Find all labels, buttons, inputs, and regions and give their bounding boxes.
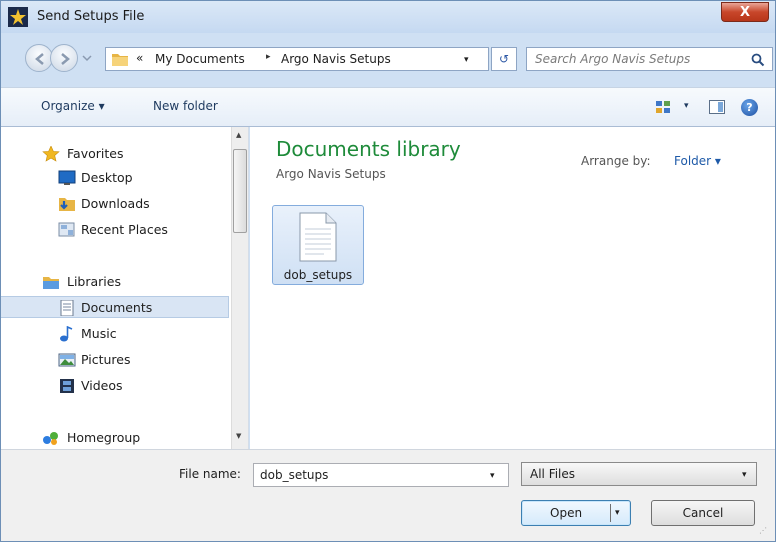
chevron-down-icon: ▾ xyxy=(742,470,747,480)
navigation-pane: Favorites Desktop Downloads Recent Place… xyxy=(1,127,249,449)
breadcrumb-argo-navis-setups[interactable]: Argo Navis Setups xyxy=(281,52,391,66)
window-title: Send Setups File xyxy=(37,9,145,24)
address-row: « My Documents ▸ Argo Navis Setups ▾ ↺ S… xyxy=(1,43,775,75)
dialog-window: Send Setups File X « My Documents ▸ Argo… xyxy=(0,0,776,542)
nav-item-label: Recent Places xyxy=(81,222,168,237)
preview-pane-icon[interactable] xyxy=(709,100,725,114)
arrange-by-dropdown[interactable]: Folder ▾ xyxy=(674,154,721,168)
recent-locations-icon[interactable] xyxy=(81,51,93,65)
views-icon[interactable] xyxy=(655,100,671,114)
command-bar: Organize ▾ New folder ▾ ? xyxy=(1,87,775,127)
arrow-right-icon xyxy=(61,53,70,65)
folder-icon xyxy=(112,54,128,66)
arrange-by-label: Arrange by: xyxy=(581,154,651,168)
dialog-footer: File name: dob_setups ▾ All Files ▾ Open… xyxy=(1,449,775,541)
open-button[interactable]: Open ▾ xyxy=(521,500,631,526)
nav-item-label: Homegroup xyxy=(67,430,141,445)
refresh-icon: ↺ xyxy=(498,52,510,66)
forward-button[interactable] xyxy=(50,44,78,72)
search-input[interactable]: Search Argo Navis Setups xyxy=(526,47,773,71)
file-name-label: File name: xyxy=(179,467,241,481)
app-icon xyxy=(8,7,28,27)
nav-item-label: Libraries xyxy=(67,274,121,289)
chevron-down-icon[interactable]: ▾ xyxy=(490,471,495,481)
nav-item-downloads[interactable]: Downloads xyxy=(1,193,229,215)
breadcrumb-separator-icon[interactable]: ▸ xyxy=(266,52,271,62)
music-note-icon xyxy=(60,326,73,342)
views-dropdown-icon[interactable]: ▾ xyxy=(684,101,689,111)
nav-item-documents[interactable]: Documents xyxy=(1,296,229,318)
libraries-icon xyxy=(43,277,59,289)
title-bar[interactable]: Send Setups File X xyxy=(1,1,775,33)
search-placeholder: Search Argo Navis Setups xyxy=(535,52,691,66)
help-icon[interactable]: ? xyxy=(741,99,758,116)
file-list-pane: Documents library Argo Navis Setups Arra… xyxy=(250,127,775,449)
organize-menu[interactable]: Organize ▾ xyxy=(41,99,105,113)
new-folder-button[interactable]: New folder xyxy=(153,99,218,113)
file-name-label: dob_setups xyxy=(283,268,353,282)
file-item[interactable]: dob_setups xyxy=(272,205,364,285)
split-divider xyxy=(610,504,611,522)
nav-item-label: Desktop xyxy=(81,170,133,185)
nav-item-label: Downloads xyxy=(81,196,150,211)
refresh-button[interactable]: ↺ xyxy=(491,47,517,71)
breadcrumb-my-documents[interactable]: My Documents xyxy=(155,52,245,66)
close-button[interactable]: X xyxy=(721,2,769,22)
back-button[interactable] xyxy=(25,44,53,72)
homegroup-icon xyxy=(43,432,58,445)
scroll-thumb[interactable] xyxy=(233,149,247,233)
nav-item-libraries[interactable]: Libraries xyxy=(1,271,229,293)
nav-item-label: Music xyxy=(81,326,117,341)
cancel-button-label: Cancel xyxy=(682,506,724,520)
open-button-label: Open xyxy=(550,506,583,520)
close-icon: X xyxy=(739,4,751,20)
library-subtitle: Argo Navis Setups xyxy=(276,167,386,181)
nav-scrollbar[interactable]: ▲ ▼ xyxy=(231,127,248,449)
nav-item-label: Pictures xyxy=(81,352,131,367)
nav-item-label: Videos xyxy=(81,378,123,393)
desktop-icon xyxy=(58,170,76,185)
nav-item-label: Favorites xyxy=(67,146,124,161)
nav-item-recent-places[interactable]: Recent Places xyxy=(1,219,229,241)
cancel-button[interactable]: Cancel xyxy=(651,500,755,526)
resize-grip-icon[interactable]: ⋰ xyxy=(759,526,767,535)
star-icon xyxy=(42,146,60,162)
library-title: Documents library xyxy=(276,137,461,161)
nav-item-label: Documents xyxy=(81,300,153,315)
recent-places-icon xyxy=(58,222,75,237)
nav-item-videos[interactable]: Videos xyxy=(1,375,229,397)
address-overflow[interactable]: « xyxy=(136,51,143,65)
nav-item-desktop[interactable]: Desktop xyxy=(1,167,229,189)
file-type-select[interactable]: All Files ▾ xyxy=(521,462,757,486)
downloads-folder-icon xyxy=(59,198,75,211)
address-bar[interactable]: « My Documents ▸ Argo Navis Setups ▾ xyxy=(105,47,489,71)
scroll-down-icon[interactable]: ▼ xyxy=(236,432,241,440)
file-type-value: All Files xyxy=(530,467,576,481)
picture-icon xyxy=(58,353,76,367)
search-icon[interactable] xyxy=(751,53,765,67)
scroll-up-icon[interactable]: ▲ xyxy=(236,131,241,139)
open-options-icon[interactable]: ▾ xyxy=(615,508,620,518)
film-icon xyxy=(60,379,74,393)
chevron-down-icon[interactable]: ▾ xyxy=(464,55,469,65)
text-file-icon xyxy=(299,212,337,262)
nav-item-pictures[interactable]: Pictures xyxy=(1,349,229,371)
file-name-value: dob_setups xyxy=(260,468,329,482)
document-icon xyxy=(60,300,74,316)
arrow-left-icon xyxy=(35,53,44,65)
nav-item-music[interactable]: Music xyxy=(1,323,229,345)
file-name-input[interactable]: dob_setups ▾ xyxy=(253,463,509,487)
nav-item-favorites[interactable]: Favorites xyxy=(1,143,229,165)
nav-item-homegroup[interactable]: Homegroup xyxy=(1,427,229,449)
